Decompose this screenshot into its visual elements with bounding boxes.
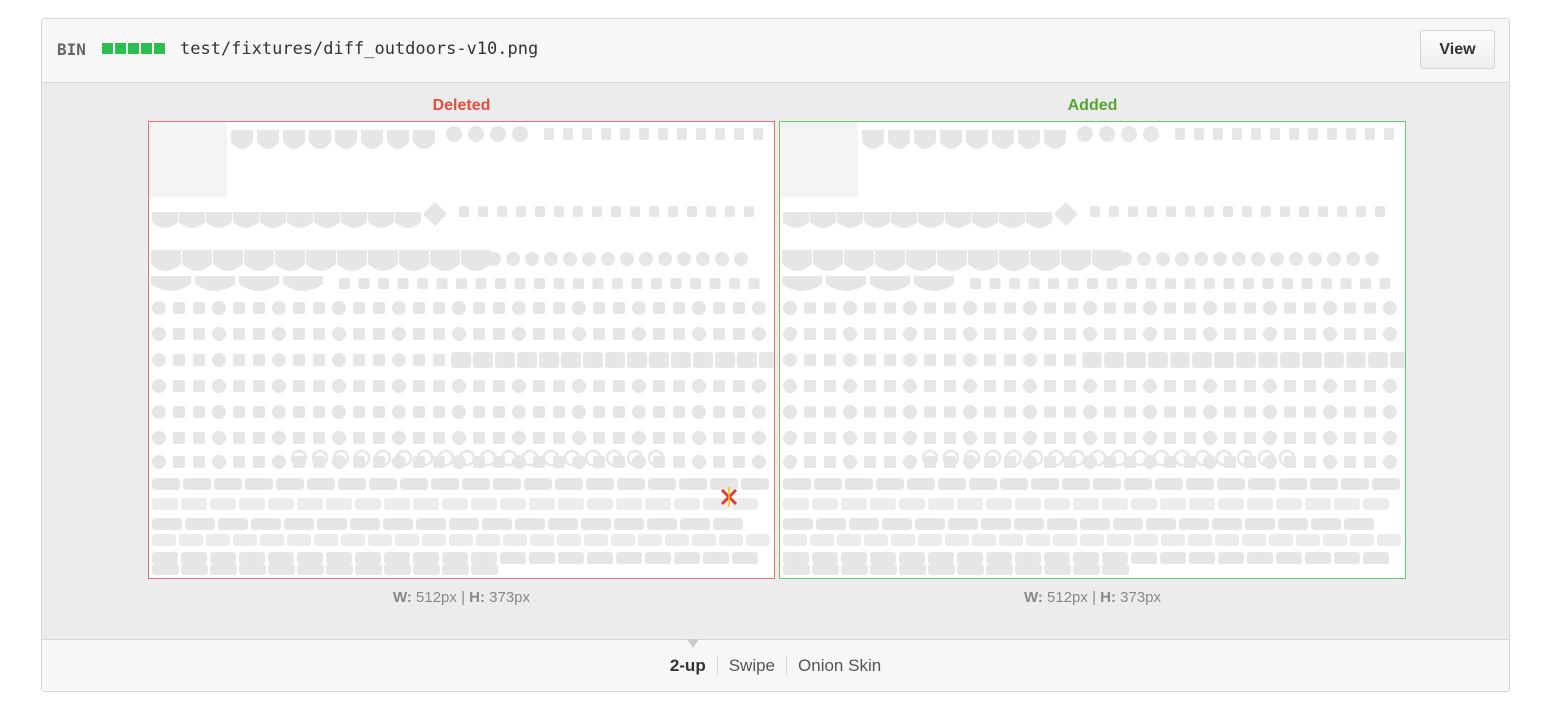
added-column: Added W: 512px | H: 373px	[779, 83, 1406, 606]
width-value: 512px	[416, 589, 457, 606]
tab-swipe[interactable]: Swipe	[716, 656, 786, 676]
deleted-image	[149, 122, 774, 575]
tab-2-up[interactable]: 2-up	[659, 656, 717, 676]
added-image	[780, 122, 1405, 575]
view-button[interactable]: View	[1420, 30, 1495, 69]
width-value: 512px	[1047, 589, 1088, 606]
added-label: Added	[1067, 97, 1118, 114]
width-label: W:	[392, 589, 412, 606]
diffstat-block	[141, 43, 152, 54]
active-mode-caret-icon	[687, 639, 699, 648]
diffstat-block	[102, 43, 113, 54]
file-header: BIN test/fixtures/diff_outdoors-v10.png …	[42, 19, 1509, 83]
height-value: 373px	[489, 589, 531, 606]
height-value: 373px	[1120, 589, 1162, 606]
separator: |	[1092, 589, 1096, 606]
image-diff-view: Deleted W: 512px | H: 373px Added W: 512…	[42, 83, 1509, 639]
diffstat-block	[128, 43, 139, 54]
file-path[interactable]: test/fixtures/diff_outdoors-v10.png	[180, 39, 538, 59]
diffstat	[102, 43, 165, 54]
deleted-image-frame	[148, 121, 775, 579]
deleted-label: Deleted	[432, 97, 491, 114]
height-label: H:	[1100, 589, 1116, 606]
file-diff: BIN test/fixtures/diff_outdoors-v10.png …	[41, 18, 1510, 692]
deleted-column: Deleted W: 512px | H: 373px	[148, 83, 775, 606]
bin-label: BIN	[57, 40, 86, 59]
diffstat-block	[115, 43, 126, 54]
separator: |	[461, 589, 465, 606]
height-label: H:	[469, 589, 485, 606]
tab-onion-skin[interactable]: Onion Skin	[786, 656, 892, 676]
added-image-frame	[779, 121, 1406, 579]
added-dimensions: W: 512px | H: 373px	[779, 589, 1406, 606]
deleted-dimensions: W: 512px | H: 373px	[148, 589, 775, 606]
diffstat-block	[154, 43, 165, 54]
width-label: W:	[1023, 589, 1043, 606]
view-mode-tabs: 2-up Swipe Onion Skin	[42, 656, 1509, 676]
view-mode-bar: 2-up Swipe Onion Skin	[42, 639, 1509, 691]
